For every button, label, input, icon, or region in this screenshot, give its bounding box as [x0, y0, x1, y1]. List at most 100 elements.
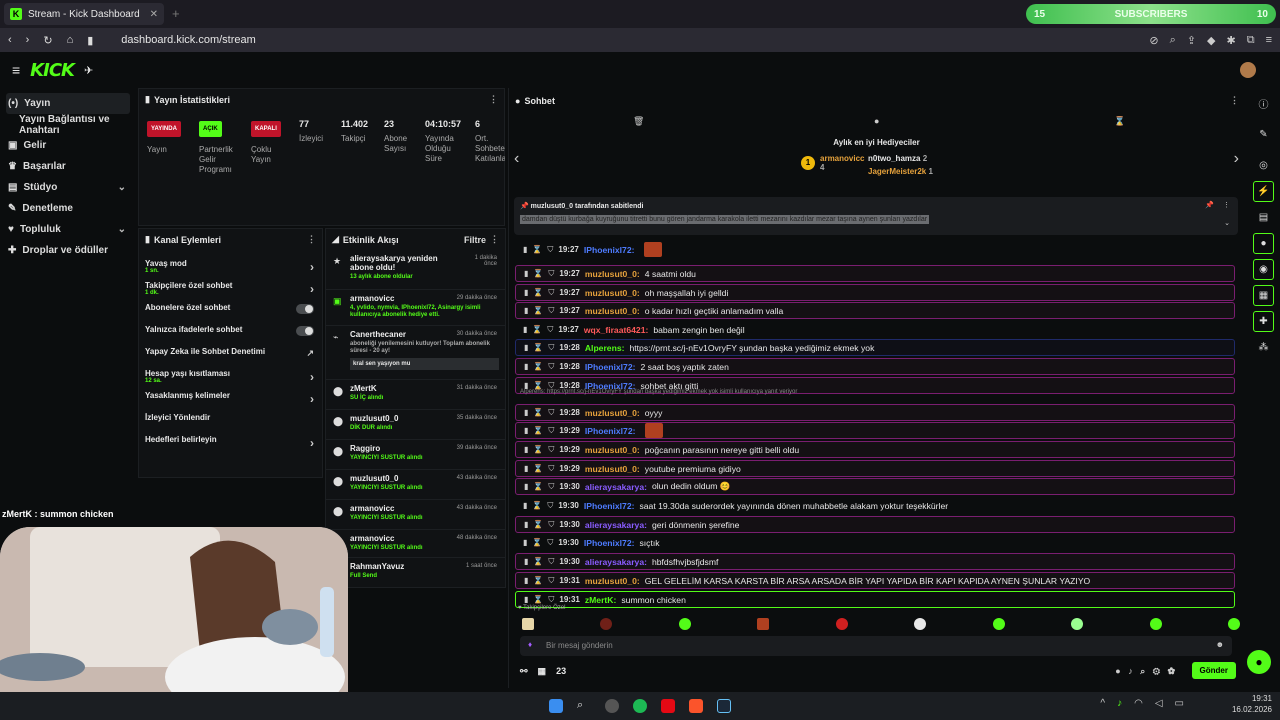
sidebar-item-topluluk[interactable]: ♥ Topluluk ⌄ — [0, 219, 136, 240]
netflix-icon[interactable] — [661, 699, 675, 713]
pin-icon[interactable]: ▮ — [524, 520, 528, 529]
message-user[interactable]: IPhoenixl72: — [584, 245, 635, 255]
emote-icon[interactable] — [678, 618, 691, 630]
connections-icon[interactable]: ⚯ — [520, 666, 528, 677]
hamburger-icon[interactable]: ≡ — [12, 62, 20, 78]
panel-icon[interactable]: ▦ — [1253, 285, 1274, 306]
spotify-icon[interactable] — [633, 699, 647, 713]
trash-icon[interactable]: 🗑 — [633, 116, 644, 127]
more-icon[interactable]: ⋮ — [307, 234, 316, 245]
pin-icon[interactable]: ▮ — [524, 595, 528, 604]
shield-icon[interactable]: ⛉ — [548, 520, 554, 530]
mic-icon[interactable]: ♪ — [1117, 698, 1122, 709]
action-followers-only[interactable]: Takipçilere özel sohbet 1 dk. › — [139, 278, 322, 300]
chat-message[interactable]: ▮ ⌛ ⛉ 19:29 muzlusut0_0: poğcanın parasının n… — [515, 441, 1235, 458]
info-icon[interactable]: ⓘ — [1253, 93, 1274, 114]
timeout-icon[interactable]: ⌛ — [533, 595, 543, 604]
pin-icon[interactable]: ▮ — [523, 245, 527, 254]
more-icon[interactable]: ⋮ — [490, 234, 499, 245]
chat-message[interactable]: ▮ ⌛ ⛉ 19:27 wqx_firaat6421: babam zengin ben … — [515, 321, 1235, 338]
mute-icon[interactable]: ⊘ — [1149, 34, 1158, 47]
emote-icon[interactable] — [757, 618, 770, 630]
timeout-icon[interactable]: ⌛ — [533, 576, 543, 585]
pin-icon[interactable]: ✈ — [84, 64, 93, 77]
emotes-only-toggle[interactable] — [296, 326, 314, 336]
emote-icon[interactable] — [914, 618, 927, 630]
wrench-icon[interactable]: ✚ — [1253, 311, 1274, 332]
pin-icon[interactable]: ▮ — [523, 325, 527, 334]
message-user[interactable]: muzlusut0_0: — [585, 269, 640, 279]
timeout-icon[interactable]: ⌛ — [533, 343, 543, 352]
camera-icon[interactable]: ◎ — [1253, 155, 1274, 176]
pin-icon[interactable]: ▮ — [524, 445, 528, 454]
send-button[interactable]: Gönder — [1191, 662, 1236, 679]
shield-icon[interactable]: ⛉ — [548, 595, 554, 605]
message-user[interactable]: alieraysakarya: — [585, 520, 647, 530]
shield-icon[interactable]: ⛉ — [548, 482, 554, 492]
document-icon[interactable]: ▤ — [1253, 207, 1274, 228]
shield-icon[interactable]: ⛉ — [547, 325, 553, 335]
shield-icon[interactable]: ⛉ — [548, 445, 554, 455]
pin-icon[interactable]: ▮ — [524, 408, 528, 417]
chat-message[interactable]: ▮ ⌛ ⛉ 19:28 IPhoenixl72: 2 saat boş yaptık za… — [515, 358, 1235, 375]
shield-icon[interactable]: ⛉ — [548, 269, 554, 279]
shield-icon[interactable]: ◆ — [1207, 34, 1215, 47]
message-user[interactable]: wqx_firaat6421: — [584, 325, 649, 335]
volume-icon[interactable]: ◁ — [1155, 698, 1163, 709]
menu-icon[interactable]: ≡ — [1266, 34, 1272, 47]
emote-icon[interactable] — [835, 618, 848, 630]
chat-message[interactable]: ▮ ⌛ ⛉ 19:30 alieraysakarya: hbfdsfhvjbsfjdsmf — [515, 553, 1235, 570]
shield-icon[interactable]: ⛉ — [548, 362, 554, 372]
sidebar-item-denetleme[interactable]: ✎ Denetleme — [0, 198, 136, 219]
more-icon[interactable]: ⋮ — [1223, 201, 1230, 209]
address-bar[interactable]: dashboard.kick.com/stream — [121, 34, 256, 46]
pin-icon[interactable]: ▮ — [524, 288, 528, 297]
shield-icon[interactable]: ⛉ — [547, 501, 553, 511]
message-user[interactable]: IPhoenixl72: — [585, 426, 636, 436]
chat-message[interactable]: ▮ ⌛ ⛉ 19:31 muzlusut0_0: GEL GELELİM KARSA KA… — [515, 572, 1235, 589]
forward-icon[interactable]: › — [26, 34, 30, 46]
timeout-icon[interactable]: ⌛ — [533, 482, 543, 491]
message-user[interactable]: alieraysakarya: — [585, 482, 647, 492]
message-user[interactable]: IPhoenixl72: — [585, 362, 636, 372]
gear-icon[interactable]: ⚙ — [1153, 666, 1160, 676]
shield-icon[interactable]: ⛉ — [548, 408, 554, 418]
chat-message[interactable]: ▮ ⌛ ⛉ 19:29 IPhoenixl72: — [515, 422, 1235, 439]
message-user[interactable]: muzlusut0_0: — [585, 464, 640, 474]
timeout-icon[interactable]: ⌛ — [533, 557, 543, 566]
unpin-icon[interactable]: 📌 — [1205, 201, 1214, 209]
pin-icon[interactable]: ▮ — [524, 343, 528, 352]
chevron-right-icon[interactable]: › — [1234, 150, 1239, 168]
shield-icon[interactable]: ⛉ — [548, 426, 554, 436]
timeout-icon[interactable]: ⌛ — [533, 408, 543, 417]
emote-icon[interactable] — [522, 618, 534, 630]
emote-icon[interactable] — [1149, 618, 1162, 630]
more-icon[interactable]: ⋮ — [489, 94, 498, 105]
message-user[interactable]: muzlusut0_0: — [585, 445, 640, 455]
home-icon[interactable]: ⌂ — [67, 34, 74, 46]
sidebar-item-gelir[interactable]: ▣ Gelir — [0, 135, 136, 156]
chat-message[interactable]: ▮ ⌛ ⛉ 19:31 zMertK: summon chicken — [515, 591, 1235, 608]
sidebar-item-droplar[interactable]: ✚ Droplar ve ödüller — [0, 240, 136, 261]
new-tab-icon[interactable]: + — [172, 6, 180, 21]
chat-message[interactable]: ▮ ⌛ ⛉ 19:30 IPhoenixl72: saat 19.30da suderor… — [515, 497, 1235, 514]
chat-message[interactable]: ▮ ⌛ ⛉ 19:27 muzlusut0_0: 4 saatmi oldu — [515, 265, 1235, 282]
edit-icon[interactable]: ✎ — [1253, 124, 1274, 145]
sidebar-item-basarilar[interactable]: ♛ Başarılar — [0, 156, 136, 177]
pin-icon[interactable]: ▮ — [523, 538, 527, 547]
emote-icon[interactable] — [600, 618, 613, 630]
steam-icon[interactable] — [717, 699, 731, 713]
chevron-left-icon[interactable]: ‹ — [514, 150, 519, 168]
shield-icon[interactable]: ⛉ — [548, 557, 554, 567]
shield-icon[interactable]: ⛉ — [547, 245, 553, 255]
chat-message[interactable]: ▮ ⌛ ⛉ 19:30 alieraysakarya: geri dönmenin şer… — [515, 516, 1235, 533]
kick-logo[interactable]: KICK — [30, 60, 75, 81]
pin-icon[interactable]: ▮ — [524, 482, 528, 491]
pin-icon[interactable]: ▮ — [524, 464, 528, 473]
action-goals[interactable]: Hedefleri belirleyin › — [139, 432, 322, 454]
shield-icon[interactable]: ⛉ — [548, 576, 554, 586]
message-user[interactable]: Alperens: — [585, 343, 625, 353]
browser-tab[interactable]: K Stream - Kick Dashboard ✕ — [4, 3, 164, 25]
sidebar-item-stream-key[interactable]: Yayın Bağlantısı ve Anahtarı — [0, 114, 136, 136]
bell-icon[interactable]: ♪ — [1128, 666, 1133, 676]
